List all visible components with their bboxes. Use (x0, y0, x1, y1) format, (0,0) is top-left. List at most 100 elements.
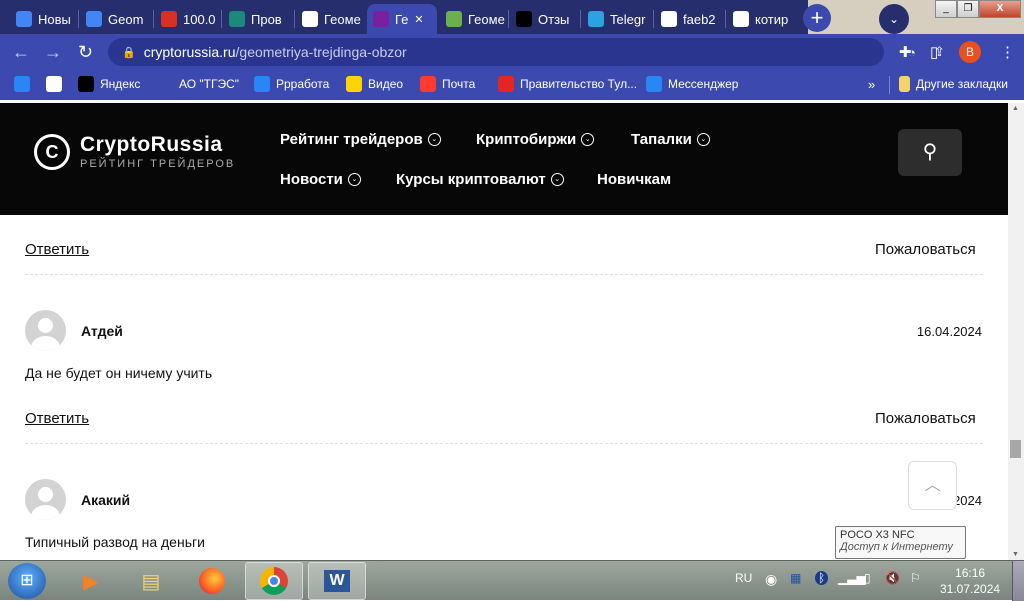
clock[interactable]: 16:16 31.07.2024 (940, 565, 1000, 597)
google-icon (733, 11, 749, 27)
tab[interactable]: котир (727, 4, 799, 34)
logo-subtitle: РЕЙТИНГ ТРЕЙДЕРОВ (80, 158, 236, 170)
bookmark[interactable]: Видео (346, 76, 403, 92)
tab[interactable]: Ге ✕ (367, 4, 437, 34)
menu-icon[interactable]: ⋮ (1000, 43, 1015, 61)
new-tab-button[interactable]: + (803, 4, 831, 32)
bookmark[interactable] (14, 76, 30, 92)
tab[interactable]: Пров (223, 4, 293, 34)
comment-author: Атдей (81, 323, 123, 339)
bookmark[interactable]: АО "ТГЭС" (157, 76, 239, 92)
chrome-taskbar-icon[interactable] (245, 562, 303, 600)
more-bookmarks-button[interactable]: » (868, 77, 875, 92)
otzovik-icon (516, 11, 532, 27)
divider (25, 443, 983, 444)
google-icon (302, 11, 318, 27)
scrollbar-thumb[interactable] (1010, 440, 1021, 458)
nav-item-label: Тапалки (631, 131, 692, 148)
nav-item-label: Новичкам (597, 171, 672, 188)
tab-label: Геоме (324, 11, 361, 27)
nav-item-label: Криптобиржи (476, 131, 577, 148)
tab[interactable]: faeb2 (655, 4, 725, 34)
copyright-icon (161, 11, 177, 27)
firefox-icon[interactable] (183, 562, 241, 600)
search-button[interactable]: ⚲ (898, 129, 962, 176)
extensions-icon[interactable]: ✚ (899, 43, 912, 61)
bookmark[interactable]: Мессенджер (646, 76, 738, 92)
tab[interactable]: Геоме (296, 4, 364, 34)
address-bar[interactable]: 🔒 cryptorussia.ru/geometriya-trejdinga-o… (108, 38, 979, 66)
report-link[interactable]: Пожаловаться (875, 410, 976, 427)
battery-icon[interactable]: ▯ (864, 571, 871, 585)
tab[interactable]: Geom (80, 4, 152, 34)
other-bookmarks[interactable]: Другие закладки (899, 76, 1008, 92)
logo-title: CryptoRussia (80, 133, 223, 156)
reply-link[interactable]: Ответить (25, 241, 89, 258)
tab-separator (78, 10, 79, 28)
language-indicator[interactable]: RU (735, 571, 752, 585)
bookmark[interactable]: Почта (420, 76, 475, 92)
window-controls: _ ❐ X (935, 0, 1021, 18)
site-logo[interactable]: C CryptoRussia РЕЙТИНГ ТРЕЙДЕРОВ (34, 133, 235, 170)
file-explorer-icon[interactable]: ▤ (122, 562, 180, 600)
network-card-icon[interactable]: ▦ (790, 571, 801, 585)
bookmark[interactable] (46, 76, 62, 92)
bookmark[interactable]: Правительство Тул... (498, 76, 637, 92)
action-center-flag-icon[interactable]: ⚐ (910, 571, 921, 585)
tab[interactable]: 100.0 (155, 4, 221, 34)
tab-search-button[interactable]: ⌄ (879, 4, 909, 34)
nav-item[interactable]: Новости ⌄ (280, 171, 361, 188)
nav-item[interactable]: Тапалки ⌄ (631, 131, 710, 148)
page-scrollbar[interactable]: ▲ ▼ (1008, 103, 1024, 560)
url-path: /geometriya-trejdinga-obzor (235, 44, 407, 60)
google-docs-icon (86, 11, 102, 27)
show-desktop-button[interactable] (1012, 561, 1024, 601)
bookmark-label: Мессенджер (668, 77, 739, 91)
bookmark[interactable]: Ррработа (254, 76, 329, 92)
start-button[interactable]: ⊞ (8, 563, 46, 599)
divider (889, 76, 890, 94)
side-panel-icon[interactable]: ▯ (930, 43, 938, 61)
browser-toolbar: ← → ↻ 🔒 cryptorussia.ru/geometriya-trejd… (0, 34, 1024, 70)
chrome-tray-icon[interactable]: ◉ (765, 571, 777, 588)
nav-item[interactable]: Курсы криптовалют ⌄ (396, 171, 564, 188)
chevron-down-icon: ⌄ (696, 133, 710, 146)
close-tab-icon[interactable]: ✕ (414, 13, 423, 26)
nav-item[interactable]: Рейтинг трейдеров ⌄ (280, 131, 441, 148)
web-page: C CryptoRussia РЕЙТИНГ ТРЕЙДЕРОВ Рейтинг… (0, 103, 1008, 560)
volume-muted-icon[interactable]: 🔇 (885, 571, 900, 585)
forward-icon[interactable]: → (44, 42, 62, 63)
reply-link[interactable]: Ответить (25, 410, 89, 427)
profile-avatar[interactable]: B (959, 41, 981, 63)
scroll-up-arrow-icon[interactable]: ▲ (1012, 105, 1019, 112)
scroll-down-arrow-icon[interactable]: ▼ (1012, 551, 1019, 558)
tab[interactable]: Геоме (440, 4, 508, 34)
report-link[interactable]: Пожаловаться (875, 241, 976, 258)
bookmark[interactable]: Яндекс (78, 76, 140, 92)
nav-item-label: Курсы криптовалют (396, 171, 546, 188)
comment-author: Акакий (81, 492, 131, 508)
tab-label: 100.0 (183, 11, 216, 27)
nav-item[interactable]: Новичкам (597, 171, 671, 188)
bookmarks-bar: » Другие закладки Яндекс АО "ТГЭС" Ррработ… (0, 70, 1024, 100)
word-icon[interactable]: W (308, 562, 366, 600)
media-player-icon[interactable]: ▶ (62, 562, 120, 600)
tab-separator (294, 10, 295, 28)
close-window-button[interactable]: X (979, 0, 1021, 18)
globe-icon (46, 76, 62, 92)
minimize-button[interactable]: _ (935, 0, 957, 18)
back-icon[interactable]: ← (12, 42, 30, 63)
reload-icon[interactable]: ↻ (78, 42, 93, 63)
maximize-button[interactable]: ❐ (957, 0, 979, 18)
bluetooth-icon[interactable]: ᛒ (815, 571, 829, 585)
folder-icon (899, 76, 910, 92)
tab[interactable]: Отзы (510, 4, 580, 34)
avatar (25, 310, 66, 351)
wifi-signal-icon[interactable]: ▁▃▅ (838, 571, 866, 585)
scroll-to-top-button[interactable]: ︿ (908, 461, 957, 510)
tab[interactable]: Telegr (582, 4, 652, 34)
tab[interactable]: Новы (10, 4, 78, 34)
search-icon: ⚲ (922, 141, 938, 163)
nav-item[interactable]: Криптобиржи ⌄ (476, 131, 595, 148)
tab-label: Ге (395, 11, 409, 27)
